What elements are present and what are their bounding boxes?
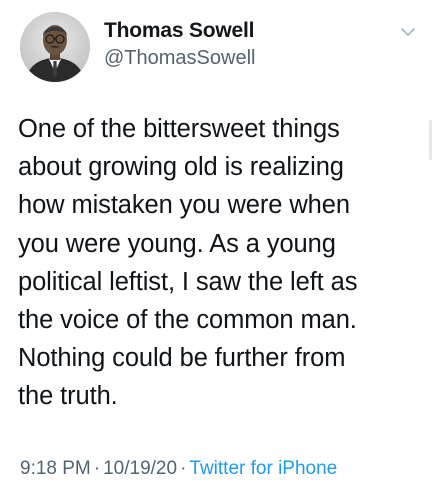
author-name[interactable]: Thomas Sowell <box>104 19 254 43</box>
tweet-text-line: the voice of the common man. <box>18 306 357 335</box>
tweet-text-line: political leftist, I saw the left as <box>18 267 358 296</box>
user-avatar-icon <box>20 12 90 82</box>
tweet-text-line: how mistaken you were when <box>18 191 350 220</box>
author-avatar[interactable] <box>20 12 90 82</box>
tweet-text-line: about growing old is realizing <box>18 153 344 182</box>
scrollbar[interactable] <box>429 120 432 160</box>
tweet-text: One of the bittersweet things about grow… <box>18 110 418 416</box>
tweet-text-line: the truth. <box>18 382 118 411</box>
tweet-menu-button[interactable] <box>396 20 420 44</box>
tweet-date[interactable]: 10/19/20 <box>103 458 177 479</box>
tweet-time[interactable]: 9:18 PM <box>20 458 91 479</box>
tweet-meta: 9:18 PM · 10/19/20 · Twitter for iPhone <box>20 458 337 480</box>
tweet-text-line: Nothing could be further from <box>18 344 346 373</box>
meta-separator: · <box>180 458 187 479</box>
meta-separator: · <box>93 458 101 479</box>
tweet-text-line: you were young. As a young <box>18 229 336 258</box>
author-handle[interactable]: @ThomasSowell <box>104 47 255 70</box>
tweet-source-link[interactable]: Twitter for iPhone <box>189 458 337 479</box>
chevron-down-icon <box>401 28 415 36</box>
tweet-text-line: One of the bittersweet things <box>18 115 340 143</box>
tweet-card: Thomas Sowell @ThomasSowell One of the b… <box>0 0 434 500</box>
